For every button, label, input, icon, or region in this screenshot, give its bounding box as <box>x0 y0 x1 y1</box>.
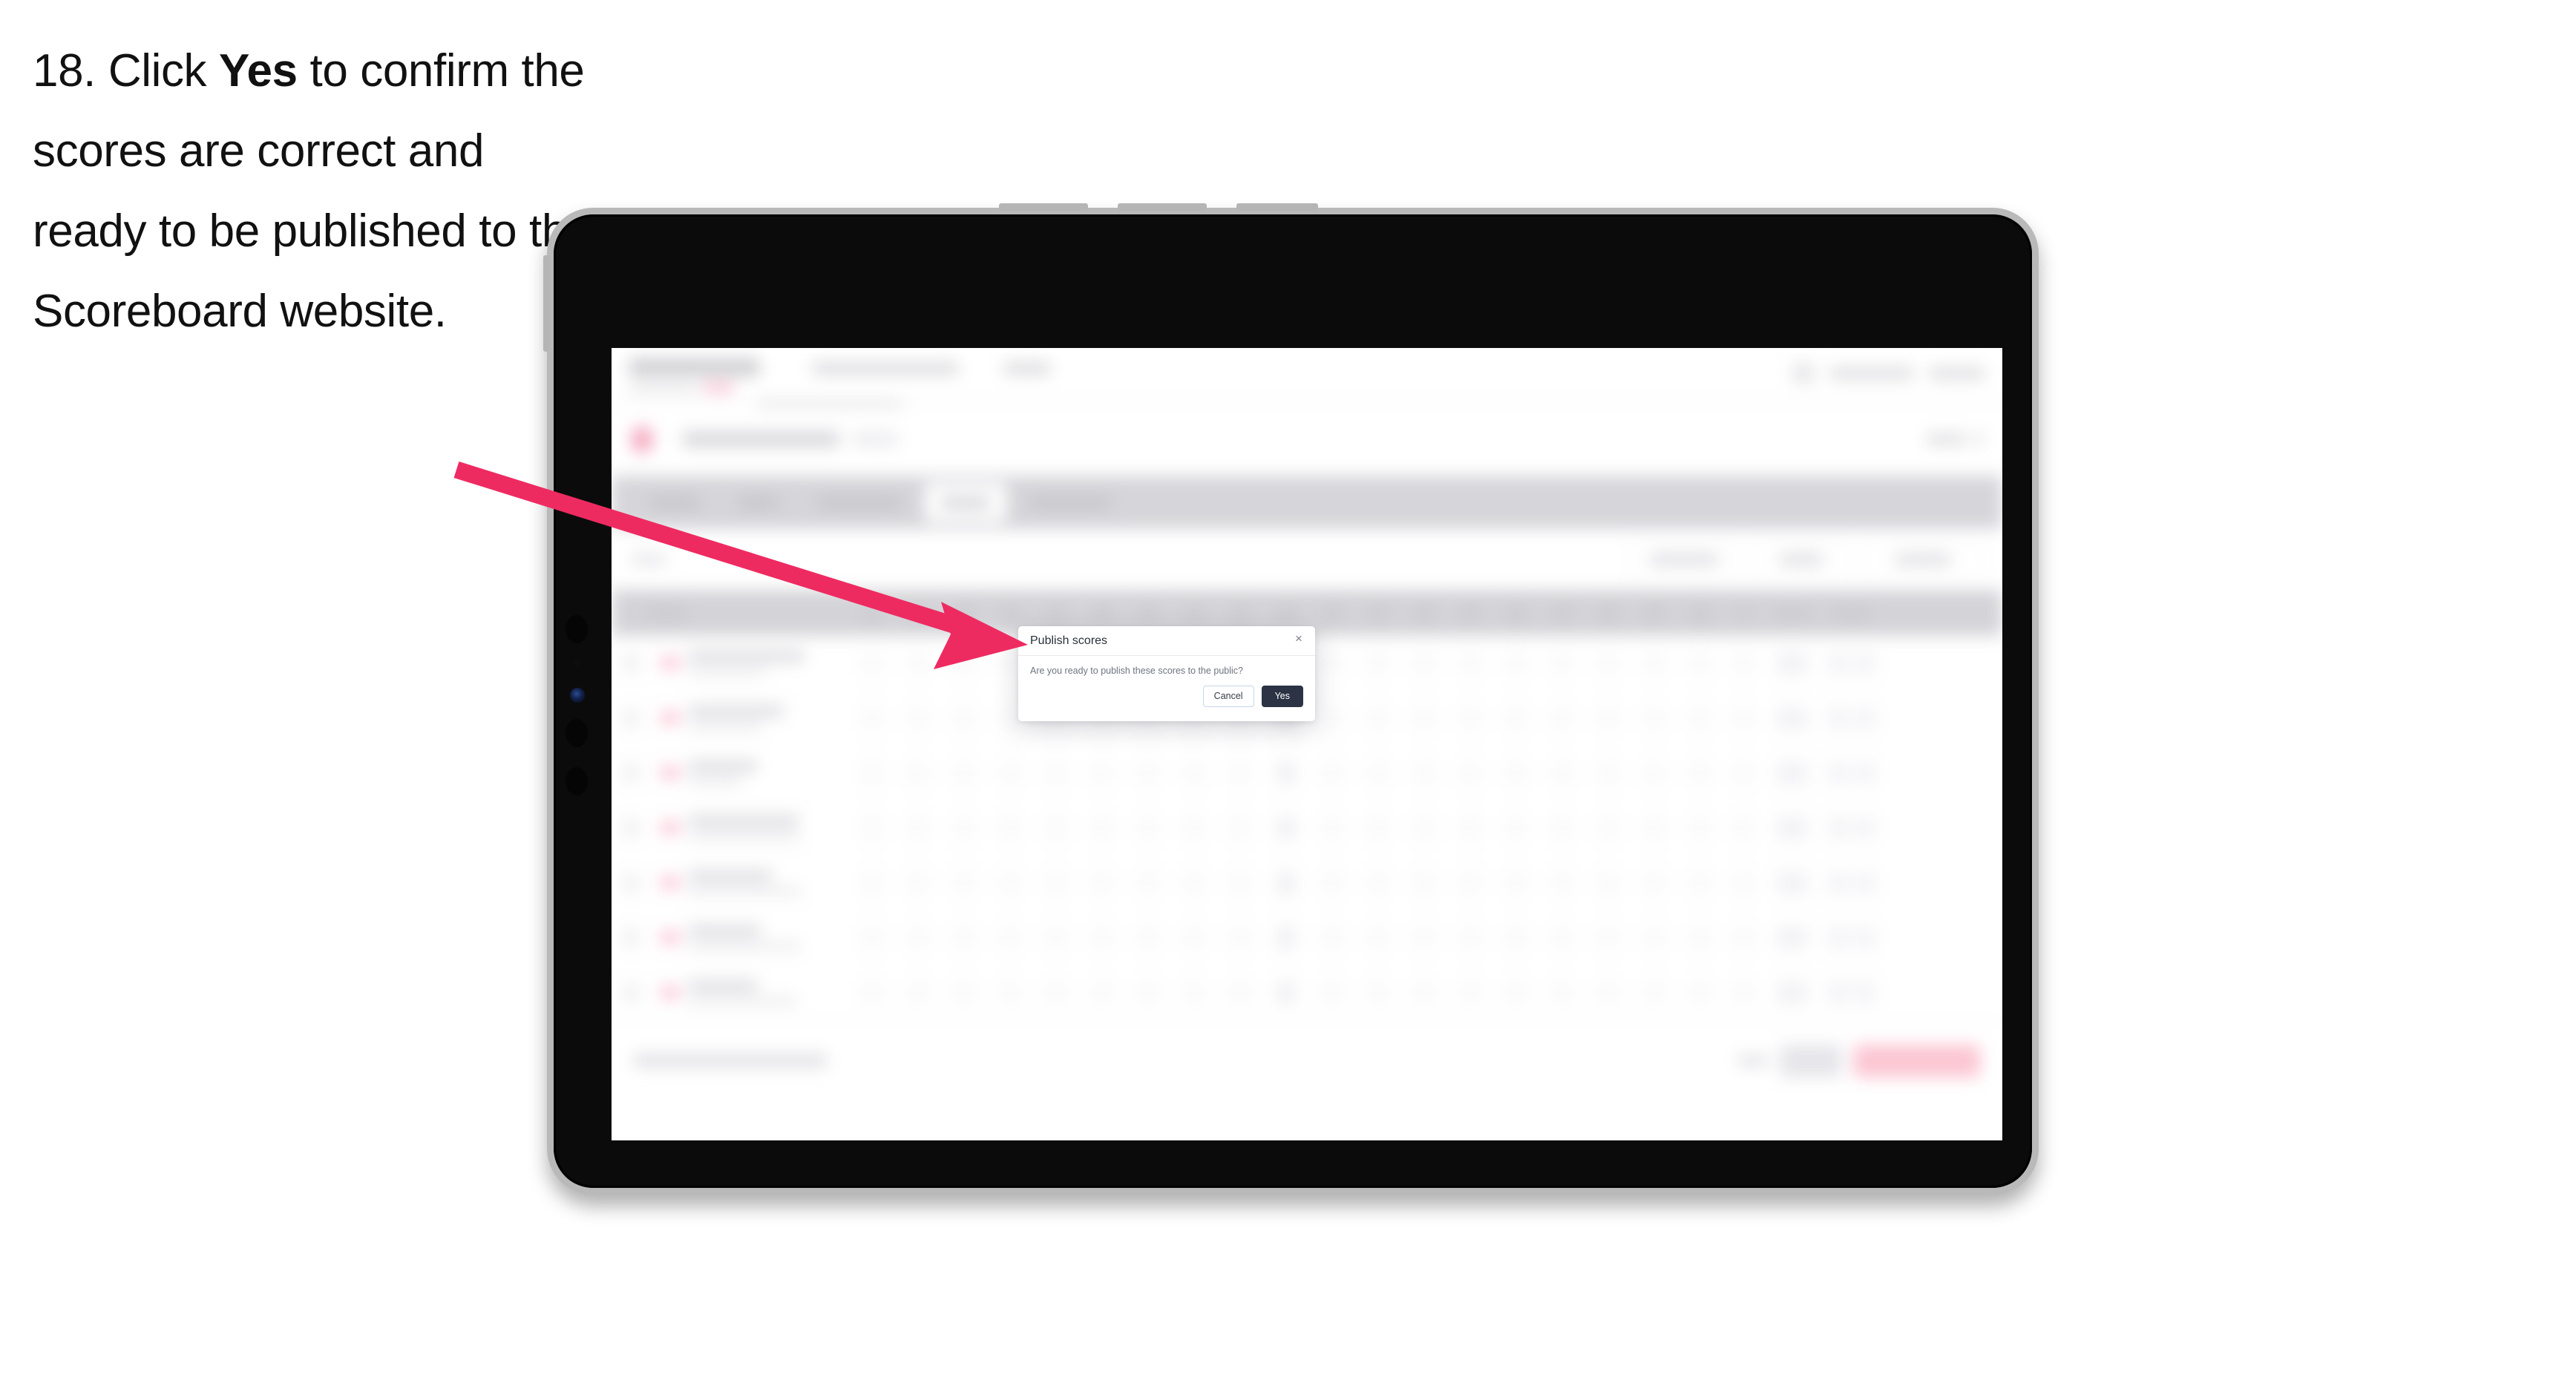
modal-overlay: Publish scores × Are you ready to publis… <box>612 348 2002 1140</box>
publish-scores-dialog: Publish scores × Are you ready to publis… <box>1018 626 1315 721</box>
instruction-bold-keyword: Yes <box>218 45 298 96</box>
volume-up-button[interactable] <box>999 203 1088 211</box>
dialog-title: Publish scores <box>1030 634 1108 647</box>
power-button[interactable] <box>1236 203 1318 211</box>
camera-lens-tertiary-icon <box>566 767 588 795</box>
side-button[interactable] <box>543 255 550 352</box>
sensor-dot-icon <box>574 660 580 666</box>
camera-lens-icon <box>566 615 588 643</box>
dialog-message: Are you ready to publish these scores to… <box>1030 666 1243 676</box>
dialog-actions: Cancel Yes <box>1018 676 1315 707</box>
front-camera-icon <box>570 688 585 703</box>
tablet-device-frame: Publish scores × Are you ready to publis… <box>543 203 2039 1195</box>
instruction-number: 18. <box>33 45 96 96</box>
camera-lens-secondary-icon <box>566 719 588 747</box>
tablet-screen: Publish scores × Are you ready to publis… <box>612 348 2002 1140</box>
cancel-button[interactable]: Cancel <box>1202 686 1254 707</box>
instruction-text-before: Click <box>108 45 219 96</box>
dialog-body: Are you ready to publish these scores to… <box>1018 656 1315 676</box>
instruction-caption: 18. Click Yes to confirm the scores are … <box>33 31 597 352</box>
page-root: 18. Click Yes to confirm the scores are … <box>0 0 2576 1386</box>
yes-button[interactable]: Yes <box>1261 686 1303 707</box>
volume-down-button[interactable] <box>1118 203 1207 211</box>
dialog-header: Publish scores × <box>1018 626 1315 656</box>
close-icon[interactable]: × <box>1292 632 1305 646</box>
